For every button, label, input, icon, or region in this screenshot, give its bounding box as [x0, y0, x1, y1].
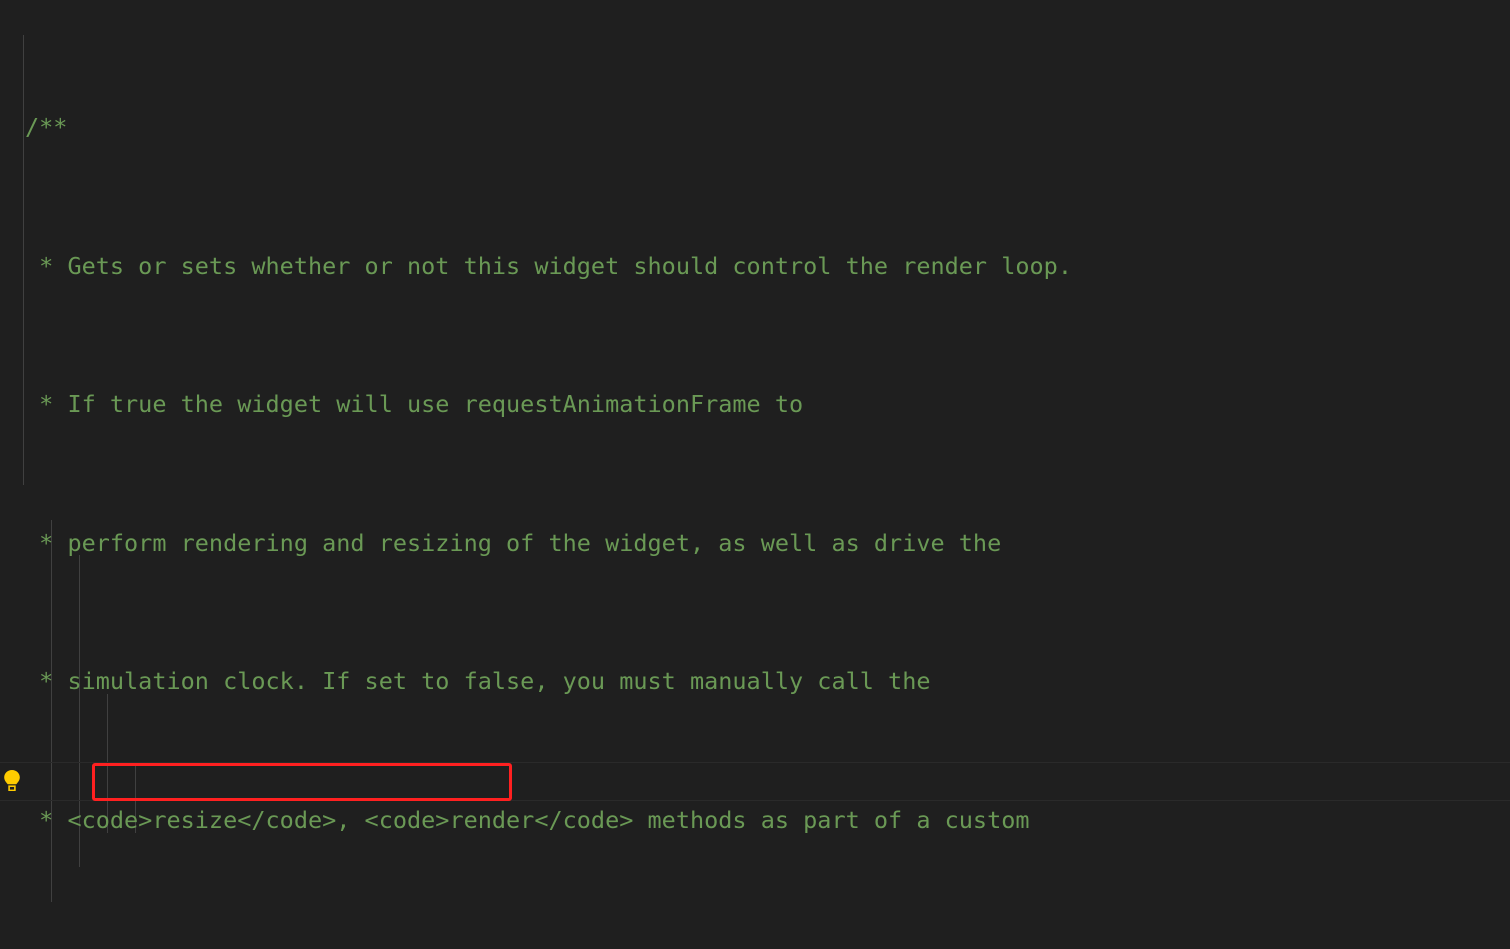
comment-token: * perform rendering and resizing of the …: [25, 528, 1002, 557]
jsdoc-link-tag: @link: [803, 945, 874, 949]
comment-token: 's: [973, 945, 1001, 949]
jsdoc-link-target: Scene: [888, 945, 959, 949]
comment-token: [874, 945, 888, 949]
comment-token: * Gets or sets whether or not this widge…: [25, 251, 1072, 280]
code-line[interactable]: * Gets or sets whether or not this widge…: [25, 249, 1086, 284]
jsdoc-brace: {: [789, 945, 803, 949]
code-line[interactable]: * simulation clock. If set to false, you…: [25, 664, 1086, 699]
code-action-lightbulb[interactable]: [0, 768, 24, 806]
code-line[interactable]: * <code>resize</code>, <code>render</cod…: [25, 803, 1086, 838]
code-content[interactable]: /** * Gets or sets whether or not this w…: [25, 6, 1086, 949]
lightbulb-icon: [4, 770, 20, 791]
indent-guide: [23, 35, 24, 485]
comment-token: * If true the widget will use requestAni…: [25, 390, 804, 419]
comment-token: * <code>resize</code>, <code>render</cod…: [25, 806, 1030, 835]
code-line[interactable]: * render loop. If an error occurs during…: [25, 942, 1086, 949]
code-line[interactable]: * If true the widget will use requestAni…: [25, 387, 1086, 422]
comment-token: * simulation clock. If set to false, you…: [25, 667, 931, 696]
code-line[interactable]: /**: [25, 110, 1086, 145]
jsdoc-brace: }: [959, 945, 973, 949]
comment-token: /**: [25, 112, 68, 141]
code-editor[interactable]: /** * Gets or sets whether or not this w…: [0, 0, 1510, 949]
code-line[interactable]: * perform rendering and resizing of the …: [25, 526, 1086, 561]
comment-token: * render loop. If an error occurs during…: [25, 945, 789, 949]
